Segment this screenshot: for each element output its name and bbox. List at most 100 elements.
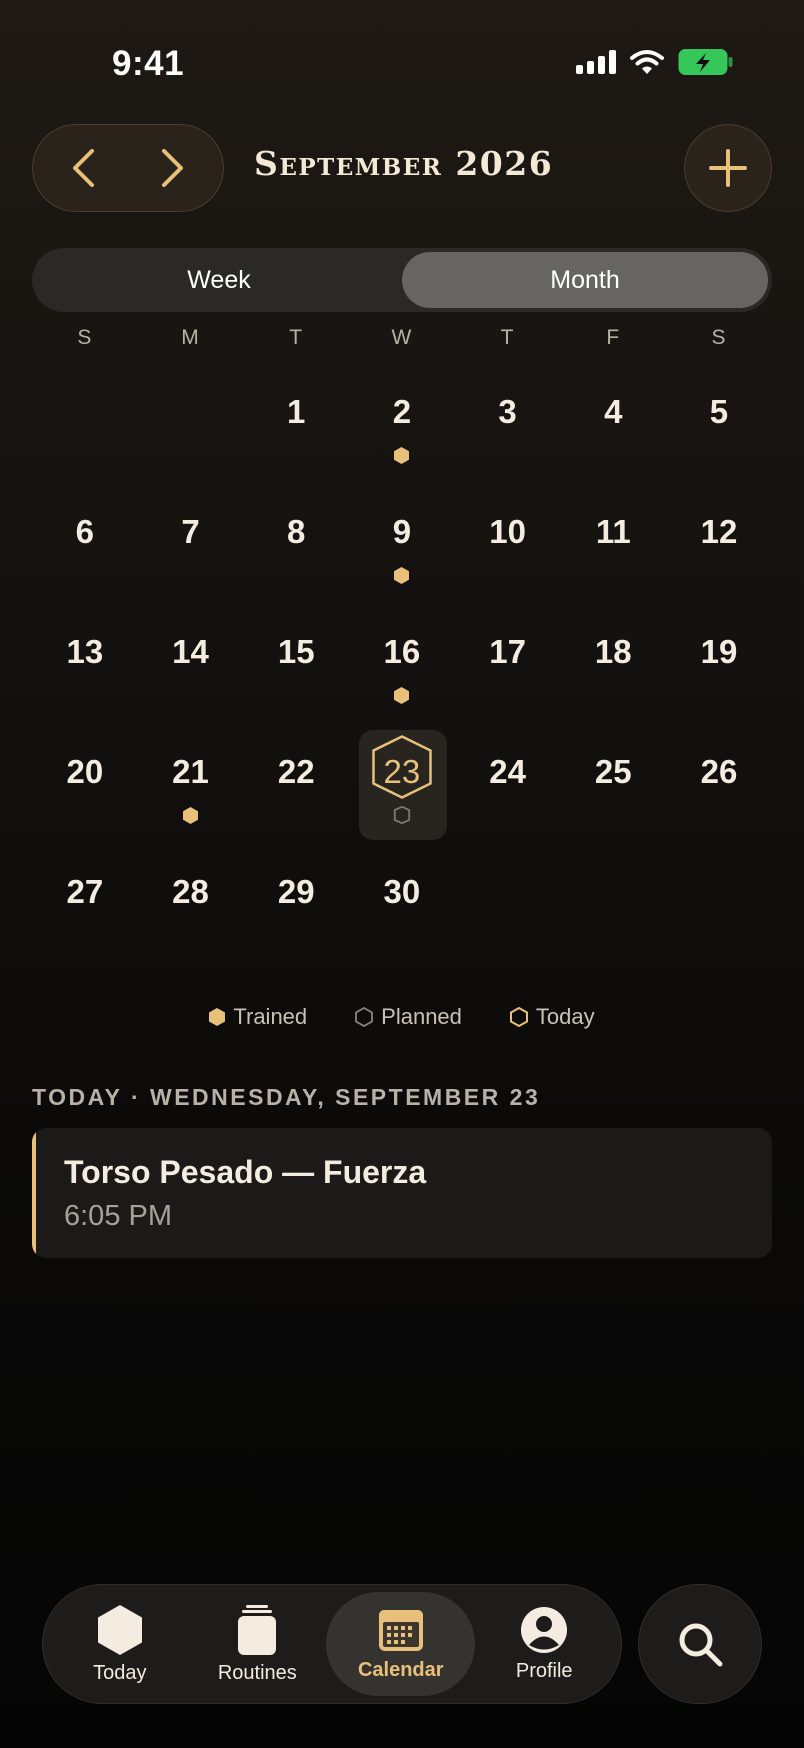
day-cell[interactable]: 1	[243, 370, 349, 490]
week-row: 1 2 3 4 5	[32, 370, 772, 490]
day-number: 22	[277, 753, 315, 790]
day-cell[interactable]: 2	[349, 370, 455, 490]
month-view-tab[interactable]: Month	[402, 252, 768, 308]
day-number: 19	[700, 633, 738, 670]
status-bar: 9:41	[0, 0, 804, 130]
day-cell[interactable]: 12	[666, 490, 772, 610]
day-cell[interactable]: 5	[666, 370, 772, 490]
day-marker	[393, 804, 411, 826]
day-number: 3	[498, 393, 517, 430]
day-cell[interactable]: 19	[666, 610, 772, 730]
day-cell[interactable]: 29	[243, 850, 349, 970]
day-cell[interactable]: 26	[666, 730, 772, 850]
view-toggle: Week Month	[32, 248, 772, 312]
day-cell[interactable]: 13	[32, 610, 138, 730]
week-row: 20 21 22 23 24 25 26	[32, 730, 772, 850]
day-cell[interactable]: 4	[560, 370, 666, 490]
day-marker	[394, 444, 410, 466]
event-accent-bar	[32, 1128, 36, 1258]
day-cell[interactable]: 10	[455, 490, 561, 610]
search-button[interactable]	[638, 1584, 762, 1704]
next-month-button[interactable]	[149, 138, 197, 198]
legend-trained-label: Trained	[233, 1004, 308, 1029]
day-cell[interactable]: 30	[349, 850, 455, 970]
day-cell[interactable]: 28	[138, 850, 244, 970]
weekday-header: S	[711, 326, 727, 349]
day-cell[interactable]: 27	[32, 850, 138, 970]
calendar-icon	[378, 1609, 423, 1651]
day-number: 1	[287, 393, 306, 430]
day-marker	[183, 804, 199, 826]
today-section-label: TODAY · WEDNESDAY, SEPTEMBER 23	[32, 1084, 541, 1110]
trained-hexagon-icon	[394, 686, 410, 704]
day-cell[interactable]: 16	[349, 610, 455, 730]
weekday-header: T	[289, 326, 304, 349]
workout-event-card[interactable]: Torso Pesado — Fuerza 6:05 PM	[32, 1128, 772, 1258]
filled-hexagon-icon	[209, 1008, 226, 1026]
day-marker	[394, 564, 410, 586]
day-cell[interactable]: 20	[32, 730, 138, 850]
day-cell[interactable]: 14	[138, 610, 244, 730]
day-number: 15	[277, 633, 315, 670]
day-number: 12	[700, 513, 738, 550]
chevron-left-icon	[73, 149, 94, 187]
tab-profile[interactable]: Profile	[475, 1592, 613, 1696]
weekday-header: T	[500, 326, 515, 349]
day-number: 26	[700, 753, 738, 790]
day-number: 29	[277, 873, 315, 910]
search-icon	[679, 1623, 723, 1667]
day-cell[interactable]: 7	[138, 490, 244, 610]
previous-month-button[interactable]	[59, 138, 107, 198]
day-cell[interactable]: 3	[455, 370, 561, 490]
day-cell[interactable]: 6	[32, 490, 138, 610]
tab-today-label: Today	[93, 1661, 147, 1684]
day-number: 28	[172, 873, 209, 910]
day-cell[interactable]: 24	[455, 730, 561, 850]
weekday-header: S	[77, 326, 93, 349]
day-cell[interactable]: 25	[560, 730, 666, 850]
empty-day-cell	[455, 850, 561, 970]
empty-day-cell	[560, 850, 666, 970]
day-cell[interactable]: 8	[243, 490, 349, 610]
day-number: 2	[392, 393, 412, 430]
day-number: 10	[489, 513, 526, 550]
week-row: 6 7 8 9 10 11 12	[32, 490, 772, 610]
legend-today: Today	[509, 1004, 595, 1030]
day-number: 21	[172, 753, 209, 790]
chevron-right-icon	[162, 149, 183, 187]
day-number: 6	[75, 513, 95, 550]
day-cell[interactable]: 17	[455, 610, 561, 730]
empty-day-cell	[138, 370, 244, 490]
day-cell[interactable]: 22	[243, 730, 349, 850]
day-cell[interactable]: 11	[560, 490, 666, 610]
weekday-header-row: S M T W T F S	[32, 326, 772, 350]
empty-day-cell	[32, 370, 138, 490]
day-cell[interactable]: 21	[138, 730, 244, 850]
day-number: 8	[287, 513, 306, 550]
day-number: 17	[489, 633, 526, 670]
month-title: September 2026	[254, 144, 554, 183]
planned-hexagon-icon	[393, 805, 411, 825]
day-number: 7	[181, 513, 200, 550]
week-view-tab[interactable]: Week	[36, 252, 402, 308]
tab-today[interactable]: Today	[51, 1592, 189, 1696]
event-time: 6:05 PM	[64, 1200, 172, 1232]
outline-hexagon-icon	[355, 1007, 374, 1027]
day-cell[interactable]: 9	[349, 490, 455, 610]
legend-trained: Trained	[209, 1004, 307, 1030]
week-row: 27 28 29 30	[32, 850, 772, 970]
day-cell[interactable]: 18	[560, 610, 666, 730]
tab-routines[interactable]: Routines	[189, 1592, 327, 1696]
day-cell[interactable]: 15	[243, 610, 349, 730]
legend: Trained Planned Today	[0, 1004, 804, 1030]
cellular-signal-icon	[576, 50, 616, 74]
add-button[interactable]	[684, 124, 772, 212]
trained-hexagon-icon	[394, 566, 410, 584]
day-cell-today[interactable]: 23	[349, 730, 455, 850]
day-number: 5	[709, 393, 729, 430]
status-time: 9:41	[112, 44, 185, 83]
tab-calendar[interactable]: Calendar	[326, 1592, 476, 1696]
legend-today-label: Today	[535, 1004, 595, 1029]
day-number: 20	[66, 753, 104, 790]
calendar-header: September 2026	[32, 124, 772, 212]
